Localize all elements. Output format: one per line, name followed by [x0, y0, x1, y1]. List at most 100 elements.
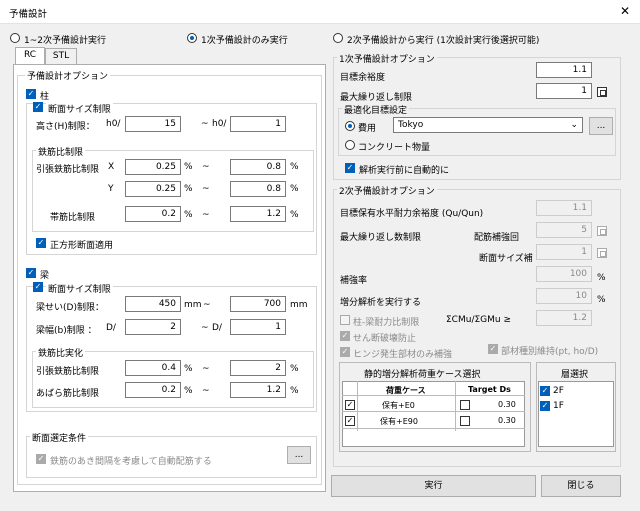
pct-12: % [597, 295, 606, 305]
beam-width-label: 梁幅(b)制限 ： [36, 326, 97, 336]
second-options-title: 2次予備設計オプション [337, 184, 437, 197]
x-min-input[interactable]: 0.25 [125, 159, 181, 175]
pct-5: % [184, 210, 193, 220]
tab-rc[interactable]: RC [15, 47, 45, 65]
max-iter-detail-icon[interactable] [597, 87, 607, 97]
reinforce-input[interactable]: 100 [536, 266, 592, 282]
height-limit-label: 高さ(H)制限： [36, 122, 95, 132]
incremental-input[interactable]: 10 [536, 288, 592, 304]
col-beam-checkbox[interactable] [340, 315, 350, 325]
load-case-1-ds-checkbox[interactable] [460, 400, 470, 410]
concrete-radio[interactable] [345, 140, 355, 150]
chevron-down-icon: ⌄ [570, 120, 578, 130]
h0-max-input[interactable]: 1 [230, 116, 286, 132]
story-1f-checkbox[interactable]: ✓ [540, 401, 550, 411]
city-select[interactable]: Tokyo ⌄ [393, 117, 583, 133]
hinge-checkbox[interactable]: ✓ [340, 347, 350, 357]
beam-width-max-input[interactable]: 1 [230, 319, 286, 335]
beam-depth-max-input[interactable]: 700 [230, 296, 286, 312]
pct-8: % [290, 364, 299, 374]
x-max-input[interactable]: 0.8 [230, 159, 286, 175]
tab-stl[interactable]: STL [45, 48, 77, 65]
shear-label: せん断破壊防止 [353, 334, 417, 344]
beam-size-limit-checkbox[interactable]: ✓ [33, 282, 43, 292]
rebar-adj-label: 配筋補強回 [474, 233, 520, 243]
col-beam-label: 柱-梁耐力比制限 [353, 318, 420, 328]
section-adj-input[interactable]: 1 [536, 244, 592, 260]
beam-tension-min-input[interactable]: 0.4 [125, 360, 181, 376]
beam-tension-max-input[interactable]: 2 [230, 360, 286, 376]
column-size-limit-checkbox[interactable]: ✓ [33, 102, 43, 112]
run-mode-1-radio[interactable] [10, 33, 20, 43]
table-row-divider [342, 428, 525, 429]
table-col-divider [455, 381, 456, 431]
column-checkbox[interactable]: ✓ [26, 89, 36, 99]
auto-analysis-checkbox[interactable]: ✓ [345, 163, 355, 173]
story-title: 層選択 [561, 370, 589, 380]
tilde-5: ~ [203, 300, 211, 310]
section-adj-detail-icon[interactable] [597, 248, 607, 258]
shear-checkbox[interactable]: ✓ [340, 331, 350, 341]
column-ratio-title: 鉄筋比制限 [36, 145, 86, 158]
hoop-min-input[interactable]: 0.2 [125, 206, 181, 222]
max-iter-label: 最大繰り返し制限 [340, 93, 413, 103]
col-beam-input[interactable]: 1.2 [536, 310, 592, 326]
beam-width-min-input[interactable]: 2 [125, 319, 181, 335]
section-adj-label: 断面サイズ補 [479, 254, 533, 264]
h0-min-input[interactable]: 15 [125, 116, 181, 132]
tilde: ~ [201, 119, 209, 129]
hoop-ratio-label: 帯筋比制限 [50, 213, 96, 223]
load-case-2-ds: 0.30 [498, 416, 516, 425]
cost-label: 費用 [358, 124, 377, 134]
mm-2: mm [290, 300, 308, 310]
beam-ratio-title: 鉄筋比実化 [36, 346, 86, 359]
run-mode-2-radio[interactable] [187, 33, 197, 43]
target-margin-input[interactable]: 1.1 [536, 62, 592, 78]
y-label: Y [108, 184, 114, 194]
auto-rebar-options-button[interactable]: ... [287, 446, 311, 464]
tilde-8: ~ [202, 386, 210, 396]
tension-ratio-label: 引張鉄筋比制限 [36, 165, 100, 175]
load-case-1-name: 保有+E0 [382, 401, 415, 410]
run-mode-1-label: 1~2次予備設計実行 [24, 36, 106, 46]
city-options-button[interactable]: ... [589, 117, 613, 135]
target-ds-header: Target Ds [468, 385, 511, 394]
story-2f-checkbox[interactable]: ✓ [540, 386, 550, 396]
y-min-input[interactable]: 0.25 [125, 181, 181, 197]
incremental-label: 増分解析を実行する [340, 298, 422, 308]
load-case-1-checkbox[interactable]: ✓ [345, 400, 355, 410]
beam-depth-label: 梁せい(D)制限： [36, 303, 104, 313]
member-type-checkbox[interactable]: ✓ [488, 344, 498, 354]
run-mode-3-radio[interactable] [333, 33, 343, 43]
rebar-adj-input[interactable]: 5 [536, 222, 592, 238]
beam-checkbox[interactable]: ✓ [26, 268, 36, 278]
hoop-max-input[interactable]: 1.2 [230, 206, 286, 222]
load-header: 荷重ケース [386, 386, 426, 395]
stirrup-max-input[interactable]: 1.2 [230, 382, 286, 398]
run-mode-3-label: 2次予備設計から実行 (1次設計実行後選択可能) [347, 36, 540, 46]
section-selection-title: 断面選定条件 [30, 431, 89, 444]
run-button[interactable]: 実行 [331, 475, 536, 497]
beam-label: 梁 [40, 271, 50, 281]
close-icon[interactable]: ✕ [620, 4, 630, 18]
member-type-label: 部材種別維持(pt, ho/D) [501, 347, 599, 357]
stirrup-min-input[interactable]: 0.2 [125, 382, 181, 398]
y-max-input[interactable]: 0.8 [230, 181, 286, 197]
target-ratio-input[interactable]: 1.1 [536, 200, 592, 216]
target-ratio-label: 目標保有水平耐力余裕度 (Qu/Qun) [340, 209, 484, 219]
beam-depth-min-input[interactable]: 450 [125, 296, 181, 312]
cost-radio[interactable] [345, 121, 355, 131]
pct-1: % [184, 162, 193, 172]
square-section-checkbox[interactable]: ✓ [36, 238, 46, 248]
max-iter-input[interactable]: 1 [536, 83, 592, 99]
tilde-6: ~ [201, 323, 209, 333]
load-case-2-ds-checkbox[interactable] [460, 416, 470, 426]
rebar-adj-detail-icon[interactable] [597, 226, 607, 236]
load-case-2-checkbox[interactable]: ✓ [345, 416, 355, 426]
close-button[interactable]: 閉じる [541, 475, 621, 497]
auto-analysis-label: 解析実行前に自動的に [359, 166, 450, 176]
auto-rebar-checkbox[interactable]: ✓ [36, 454, 46, 464]
pct-2: % [290, 162, 299, 172]
window-title: 予備設計 [9, 9, 48, 20]
pct-7: % [184, 364, 193, 374]
